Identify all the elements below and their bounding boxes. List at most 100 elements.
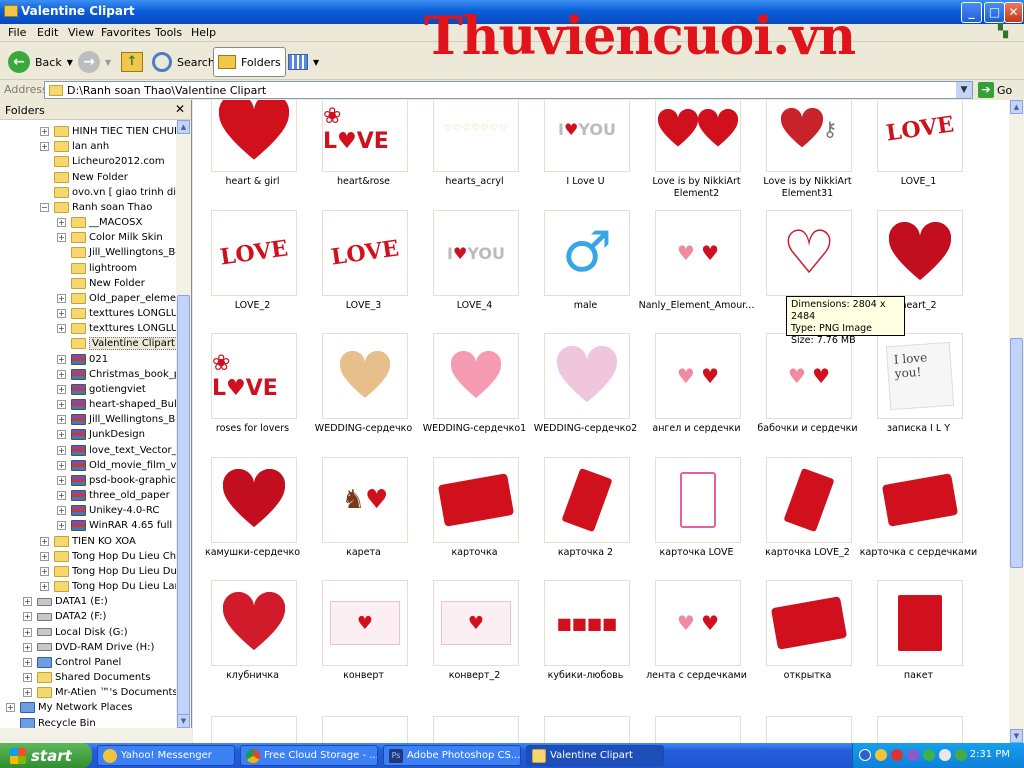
tree-item[interactable]: + DATA2 (F:) [23, 609, 106, 624]
file-item[interactable]: heart & girl [197, 100, 308, 209]
scroll-down-icon[interactable]: ▼ [1010, 729, 1023, 743]
back-button[interactable]: ← Back ▼ [4, 47, 77, 77]
search-button[interactable]: Search [148, 47, 219, 77]
expand-icon[interactable]: + [57, 218, 66, 228]
network-icon[interactable] [939, 749, 951, 761]
tree-item[interactable]: + Mr-Atien ™'s Documents [23, 685, 176, 700]
start-button[interactable]: start [0, 743, 92, 768]
scroll-up-icon[interactable]: ▲ [177, 120, 190, 134]
content-scrollbar[interactable]: ▲ ▼ [1009, 100, 1024, 743]
task-yahoo-messenger[interactable]: Yahoo! Messenger [97, 745, 235, 766]
file-item[interactable]: ♥ конверт [308, 580, 419, 703]
tree-item[interactable]: + texttures LONGLUCK [57, 321, 176, 336]
tree-item[interactable]: + Control Panel [23, 655, 121, 670]
file-item[interactable]: ■■■■ кубики-любовь [530, 580, 641, 703]
file-item[interactable]: LOVE LOVE_1 [863, 100, 974, 209]
file-item[interactable]: LOVE LOVE_3 [308, 210, 419, 333]
expand-icon[interactable]: + [6, 703, 15, 713]
tree-item[interactable]: + Local Disk (G:) [23, 625, 128, 640]
tree-item[interactable]: + love_text_Vector_pa [57, 443, 176, 458]
folders-hscrollbar[interactable] [0, 728, 192, 743]
file-item[interactable]: WEDDING-сердечко1 [419, 333, 530, 456]
menu-tools[interactable]: Tools [155, 26, 182, 39]
task-valentine-clipart[interactable]: Valentine Clipart [526, 745, 664, 766]
dropdown-arrow-icon[interactable]: ▼ [67, 58, 73, 67]
file-item[interactable]: ♥ ♥ бабочки и сердечки [752, 333, 863, 456]
expand-icon[interactable]: + [23, 597, 32, 607]
address-input[interactable]: D:\Ranh soan Thao\Valentine Clipart ▼ [44, 81, 973, 99]
tree-item[interactable]: Licheuro2012.com [40, 154, 165, 169]
file-item[interactable]: ♡♡♡♡♡♡♡ hearts_acryl [419, 100, 530, 209]
file-item[interactable]: ♂ male [530, 210, 641, 333]
tree-item[interactable]: + DATA1 (E:) [23, 594, 108, 609]
file-item[interactable]: ❀ L♥VE heart&rose [308, 100, 419, 209]
go-button[interactable]: ➔ Go [978, 82, 1012, 98]
file-item[interactable]: ♞♥ карета [308, 457, 419, 580]
expand-icon[interactable]: + [57, 460, 66, 470]
expand-icon[interactable]: + [23, 657, 32, 667]
minimize-button[interactable]: _ [961, 2, 982, 23]
scroll-thumb[interactable] [1010, 338, 1023, 568]
expand-icon[interactable]: + [57, 491, 66, 501]
tree-item[interactable]: ovo.vn [ giao trinh dien [40, 185, 176, 200]
expand-icon[interactable]: + [23, 688, 32, 698]
file-item[interactable]: WEDDING-сердечко2 [530, 333, 641, 456]
expand-icon[interactable]: + [57, 400, 66, 410]
update-icon[interactable] [955, 749, 967, 761]
expand-icon[interactable]: + [57, 293, 66, 303]
views-button[interactable]: ▼ [284, 47, 323, 77]
tree-item[interactable]: + __MACOSX [57, 215, 142, 230]
tray-app-icon[interactable] [907, 749, 919, 761]
close-icon[interactable]: ✕ [175, 102, 185, 116]
file-item[interactable]: пакет [863, 580, 974, 703]
file-item[interactable]: ⚷ Love is by NikkiArt Element31 [752, 100, 863, 209]
tree-item[interactable]: + WinRAR 4.65 full [57, 518, 172, 533]
expand-icon[interactable]: + [57, 354, 66, 364]
tree-item[interactable]: + Old_paper_elements [57, 291, 176, 306]
expand-icon[interactable]: + [40, 536, 49, 546]
tree-item[interactable]: Valentine Clipart [57, 336, 176, 351]
scroll-thumb[interactable] [177, 295, 190, 715]
tree-item[interactable]: + JunkDesign [57, 427, 145, 442]
tree-item[interactable]: + heart-shaped_Bullet [57, 397, 176, 412]
expand-icon[interactable]: + [23, 673, 32, 683]
tree-item[interactable]: + gotiengviet [57, 382, 146, 397]
folders-button[interactable]: Folders [213, 47, 286, 77]
expand-icon[interactable]: + [23, 642, 32, 652]
expand-icon[interactable]: + [57, 415, 66, 425]
dropdown-arrow-icon[interactable]: ▼ [105, 58, 111, 67]
tree-item[interactable]: + Christmas_book_psc [57, 367, 176, 382]
tree-item[interactable]: Recycle Bin [6, 716, 96, 728]
file-item[interactable]: ♥ ♥ ангел и сердечки [641, 333, 752, 456]
tree-item[interactable]: Jill_Wellingtons_Boke [57, 245, 176, 260]
tree-item[interactable]: + Shared Documents [23, 670, 150, 685]
dropdown-arrow-icon[interactable]: ▼ [956, 82, 972, 98]
tree-item[interactable]: + texttures LONGLUCK [57, 306, 176, 321]
forward-button[interactable]: → ▼ [74, 47, 115, 77]
menu-view[interactable]: View [68, 26, 94, 39]
file-item[interactable]: карточка с сердечками [860, 457, 977, 580]
expand-icon[interactable]: + [57, 384, 66, 394]
tree-item[interactable]: + Unikey-4.0-RC [57, 503, 159, 518]
tree-item[interactable]: + lan anh [40, 139, 109, 154]
folders-scrollbar[interactable]: ▲ ▼ [176, 120, 191, 728]
tree-item[interactable]: + Jill_Wellingtons_Boke [57, 412, 176, 427]
file-item[interactable]: ♥ конверт_2 [419, 580, 530, 703]
file-item[interactable]: LOVE LOVE_2 [197, 210, 308, 333]
tree-item[interactable]: New Folder [40, 170, 128, 185]
file-item[interactable]: карточка [419, 457, 530, 580]
tray-arrow-icon[interactable] [859, 749, 871, 761]
file-item[interactable]: I love you! записка I L Y [863, 333, 974, 456]
tree-item[interactable]: + Tong Hop Du Lieu Chup I [40, 549, 176, 564]
file-item[interactable]: I♥YOU LOVE_4 [419, 210, 530, 333]
tree-item[interactable]: + three_old_paper [57, 488, 170, 503]
tree-item[interactable]: +021 [57, 352, 108, 367]
file-item[interactable]: карточка 2 [530, 457, 641, 580]
expand-icon[interactable]: + [57, 324, 66, 334]
scroll-up-icon[interactable]: ▲ [1010, 100, 1023, 114]
expand-icon[interactable]: + [40, 582, 49, 592]
thumbnail-placeholder[interactable] [433, 716, 519, 743]
security-icon[interactable] [923, 749, 935, 761]
expand-icon[interactable]: + [57, 521, 66, 531]
tree-item[interactable]: + TIEN KO XOA [40, 534, 136, 549]
